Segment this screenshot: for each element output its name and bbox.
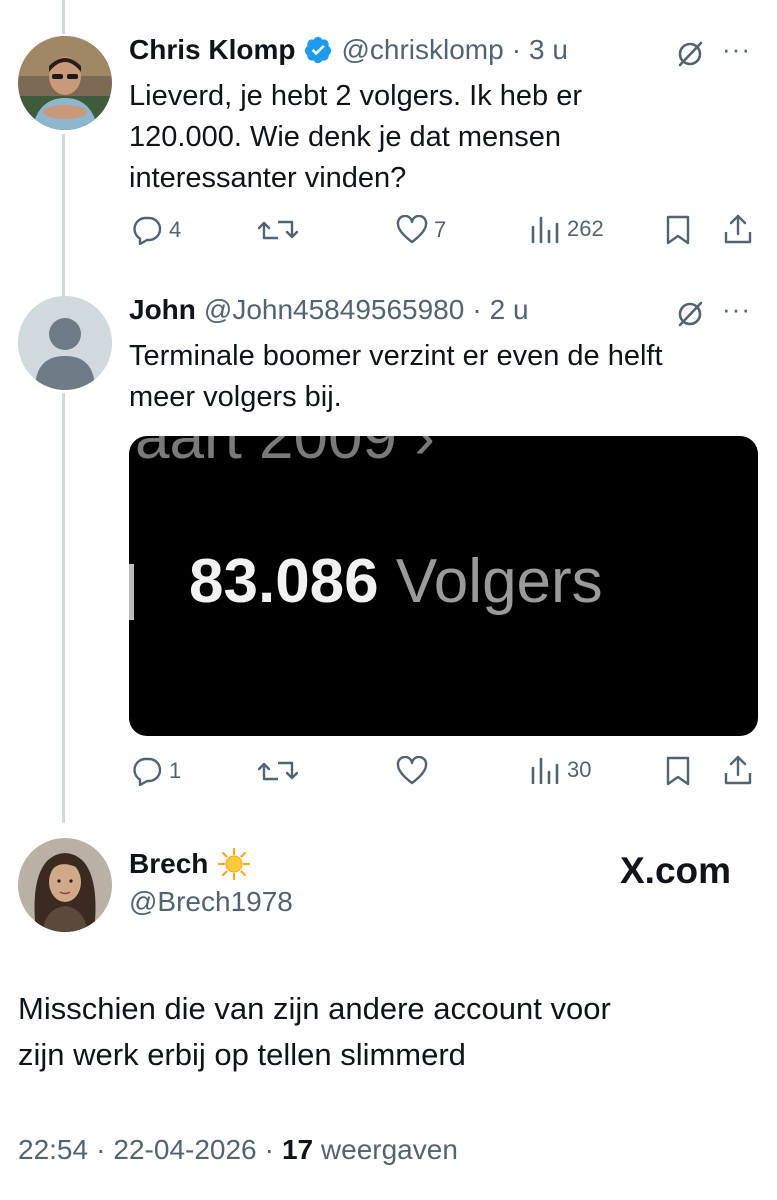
followers-label: Volgers <box>395 547 603 616</box>
sun-emoji-icon <box>218 847 251 881</box>
bookmark-button[interactable] <box>664 214 692 246</box>
reply-button[interactable]: 4 <box>131 215 181 245</box>
like-button[interactable] <box>396 756 434 786</box>
thread-line-1 <box>62 134 65 296</box>
views-button[interactable]: 30 <box>529 756 591 784</box>
views-icon <box>531 216 559 243</box>
separator: · <box>264 1134 274 1165</box>
author-name[interactable]: John <box>129 294 196 326</box>
avatar[interactable] <box>18 296 112 390</box>
author-handle[interactable]: @chrisklomp <box>341 34 503 66</box>
tweet-text-line: Lieverd, je hebt 2 volgers. Ik heb er <box>129 80 582 112</box>
author-handle[interactable]: @Brech1978 <box>129 886 293 918</box>
post-text: Misschien die van zijn andere account vo… <box>18 986 758 1078</box>
views-label: weergaven <box>320 1134 458 1165</box>
post-date[interactable]: 22-04-2026 <box>113 1134 256 1166</box>
media-top-partial-text: aart 2009 › <box>135 436 435 472</box>
views-button[interactable]: 262 <box>529 215 604 243</box>
bookmark-icon <box>666 756 690 786</box>
reply-count: 4 <box>169 217 182 242</box>
share-button[interactable] <box>722 212 754 246</box>
tweet-text: Terminale boomer verzint er even de helf… <box>129 336 749 418</box>
grok-icon[interactable] <box>674 298 706 335</box>
timestamp[interactable]: 3 u <box>529 34 568 66</box>
heart-icon <box>396 215 428 244</box>
post-time[interactable]: 22:54 <box>18 1134 88 1166</box>
grok-icon[interactable] <box>674 38 706 75</box>
like-button[interactable]: 7 <box>396 215 446 245</box>
tweet-media-image[interactable]: aart 2009 › 83.086 Volgers <box>129 436 758 736</box>
tweet-text: Lieverd, je hebt 2 volgers. Ik heb er 12… <box>129 76 749 199</box>
tweet-text-line: interessanter vinden? <box>129 162 407 194</box>
bookmark-icon <box>666 215 690 245</box>
tweet-text-line: 120.000. Wie denk je dat mensen <box>129 121 562 153</box>
share-icon <box>724 755 752 785</box>
tweet-text-line: Terminale boomer verzint er even de helf… <box>129 340 663 372</box>
views-icon <box>531 757 559 784</box>
media-followers-row: 83.086 Volgers <box>189 546 603 617</box>
retweet-button[interactable] <box>258 216 298 244</box>
reply-count: 1 <box>169 758 182 783</box>
author-name[interactable]: Brech <box>129 848 208 880</box>
like-count: 7 <box>434 217 447 242</box>
views-count: 30 <box>567 757 592 782</box>
post-meta: 22:54 · 22-04-2026 · 17 weergaven <box>18 1134 458 1166</box>
more-options-icon[interactable]: ··· <box>722 34 751 65</box>
reply-icon <box>133 216 162 245</box>
reply-icon <box>133 757 162 786</box>
views-summary[interactable]: 17 weergaven <box>282 1134 458 1166</box>
tweet-header: John @John45849565980 · 2 u <box>129 294 529 326</box>
tweet-text-line: meer volgers bij. <box>129 381 342 413</box>
separator: · <box>511 34 522 65</box>
views-count: 17 <box>281 1134 314 1165</box>
bookmark-button[interactable] <box>664 755 692 787</box>
thread-line-top <box>62 0 65 34</box>
x-brand-logo: X.com <box>620 850 732 891</box>
more-options-icon[interactable]: ··· <box>722 294 751 325</box>
retweet-icon <box>258 220 298 240</box>
avatar[interactable] <box>18 36 112 130</box>
post-author-block: Brech @Brech1978 <box>129 847 293 918</box>
post-text-line: Misschien die van zijn andere account vo… <box>18 991 611 1026</box>
tweet-header: Chris Klomp @chrisklomp · 3 u <box>129 34 568 66</box>
share-button[interactable] <box>722 753 754 787</box>
heart-icon <box>396 756 428 785</box>
retweet-icon <box>258 761 298 781</box>
reply-button[interactable]: 1 <box>131 756 181 786</box>
separator: · <box>472 294 482 325</box>
retweet-button[interactable] <box>258 757 298 785</box>
author-name[interactable]: Chris Klomp <box>129 34 295 66</box>
media-left-edge <box>129 564 134 620</box>
avatar[interactable] <box>18 838 112 932</box>
followers-count: 83.086 <box>189 547 379 616</box>
share-icon <box>724 214 752 244</box>
post-text-line: zijn werk erbij op tellen slimmerd <box>18 1037 466 1072</box>
separator: · <box>96 1134 106 1165</box>
thread-line-2 <box>62 393 65 823</box>
views-count: 262 <box>567 216 604 241</box>
verified-badge-icon <box>303 35 333 65</box>
timestamp[interactable]: 2 u <box>490 294 529 326</box>
author-handle[interactable]: @John45849565980 <box>204 294 464 326</box>
